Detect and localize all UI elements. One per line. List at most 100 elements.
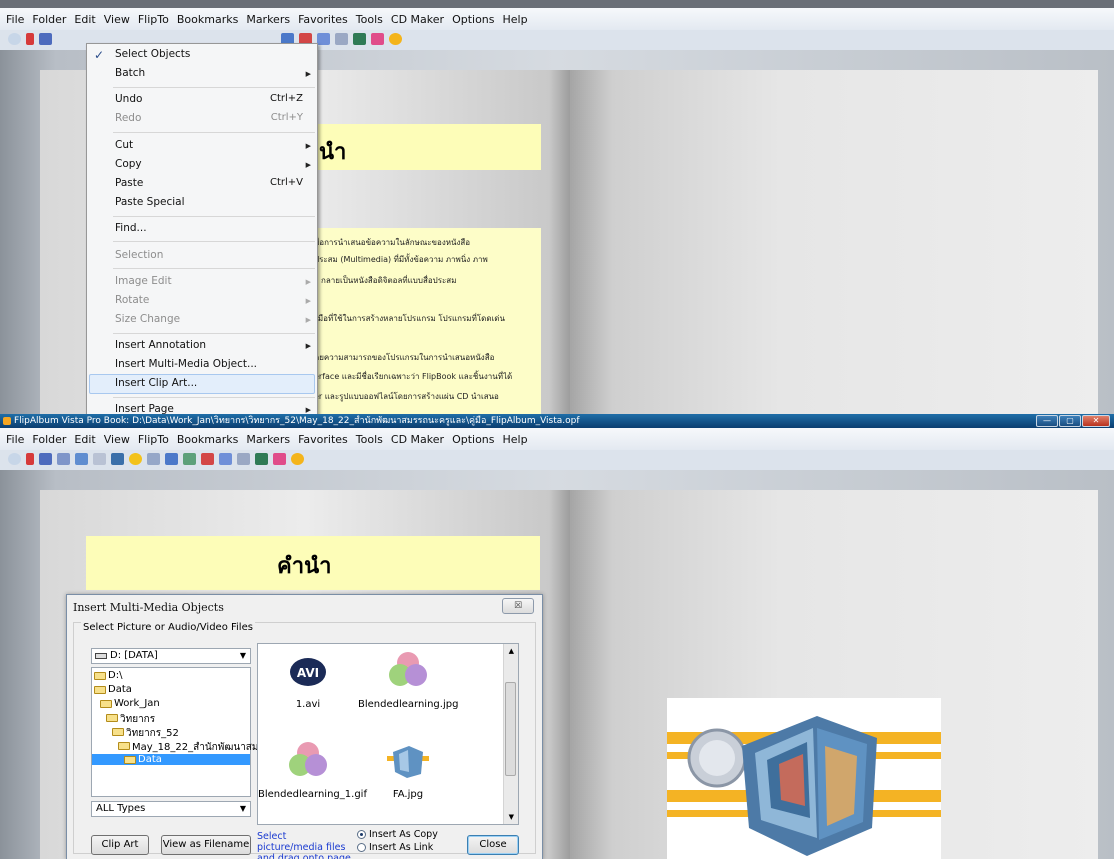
tree-item[interactable]: Work_Jan <box>100 698 160 709</box>
folder-tree[interactable]: D:\ Data Work_Jan วิทยากร วิทยากร_52 May… <box>91 667 264 797</box>
view-as-filename-button[interactable]: View as Filename <box>161 835 251 855</box>
menu-item-select-objects[interactable]: Select Objects <box>115 48 190 60</box>
tree-item[interactable]: D:\ <box>94 670 122 681</box>
menu-bookmarks[interactable]: Bookmarks <box>177 433 238 446</box>
maximize-button[interactable]: ▢ <box>1059 415 1081 427</box>
eye-icon[interactable] <box>8 453 21 465</box>
menu-item-copy[interactable]: Copy <box>115 158 142 170</box>
flipalbum-app-icon <box>3 417 11 425</box>
menu-item-size-change[interactable]: Size Change <box>115 313 180 325</box>
clip-art-button[interactable]: Clip Art <box>91 835 149 855</box>
menu-item-find[interactable]: Find... <box>115 222 147 234</box>
toolbar-icon-14[interactable] <box>237 453 250 465</box>
tree-item[interactable]: May_18_22_สำนักพัฒนาสมร <box>118 740 264 755</box>
menu-view[interactable]: View <box>104 433 130 446</box>
chevron-down-icon: ▼ <box>239 804 246 813</box>
file-item[interactable]: AVI 1.avi <box>258 650 358 710</box>
menu-options[interactable]: Options <box>452 433 494 446</box>
menu-item-undo[interactable]: Undo <box>115 93 142 105</box>
menu-markers[interactable]: Markers <box>246 13 290 26</box>
insert-as-copy-radio[interactable]: Insert As Copy <box>357 829 438 840</box>
toolbar-icon-15[interactable] <box>389 33 402 45</box>
toolbar-icon-11[interactable] <box>183 453 196 465</box>
toolbar-icon-4[interactable] <box>57 453 70 465</box>
menu-options[interactable]: Options <box>452 13 494 26</box>
toolbar-icon-10[interactable] <box>165 453 178 465</box>
toolbar-icon-13[interactable] <box>353 33 366 45</box>
file-item[interactable]: Blendedlearning.jpg <box>358 650 458 710</box>
menu-file[interactable]: File <box>6 13 24 26</box>
menu-favorites[interactable]: Favorites <box>298 433 348 446</box>
file-type-select[interactable]: ALL Types ▼ <box>91 801 251 817</box>
toolbar-icon-14[interactable] <box>371 33 384 45</box>
toolbar-icon-11[interactable] <box>317 33 330 45</box>
tree-item[interactable]: Data <box>94 684 132 695</box>
menu-item-selection[interactable]: Selection <box>115 249 163 261</box>
toolbar-icon-17[interactable] <box>291 453 304 465</box>
submenu-arrow-icon: ▶ <box>305 161 311 169</box>
menu-item-cut[interactable]: Cut <box>115 139 133 151</box>
drive-select[interactable]: D: [DATA] ▼ <box>91 648 251 664</box>
menu-flipto[interactable]: FlipTo <box>138 433 169 446</box>
menu-item-rotate[interactable]: Rotate <box>115 294 149 306</box>
minimize-button[interactable]: — <box>1036 415 1058 427</box>
toolbar-icon-16[interactable] <box>273 453 286 465</box>
menu-markers[interactable]: Markers <box>246 433 290 446</box>
toolbar-icon-6[interactable] <box>93 453 106 465</box>
file-item[interactable]: Blendedlearning_1.gif <box>258 740 367 800</box>
menu-folder[interactable]: Folder <box>32 433 66 446</box>
tree-item[interactable]: วิทยากร_52 <box>112 726 179 741</box>
album-icon[interactable] <box>39 453 52 465</box>
scroll-up-icon[interactable]: ▲ <box>509 647 514 655</box>
toolbar-icon-12[interactable] <box>201 453 214 465</box>
menu-help[interactable]: Help <box>503 433 528 446</box>
toolbar-icon-7[interactable] <box>111 453 124 465</box>
red-page-icon[interactable] <box>26 453 34 465</box>
menu-tools[interactable]: Tools <box>356 433 383 446</box>
toolbar-icon-5[interactable] <box>75 453 88 465</box>
tree-item-selected[interactable]: Data <box>92 754 250 765</box>
toolbar-icon-12[interactable] <box>335 33 348 45</box>
menu-item-insert-annotation[interactable]: Insert Annotation <box>115 339 206 351</box>
menu-file[interactable]: File <box>6 433 24 446</box>
vertical-scrollbar[interactable]: ▲ ▼ <box>503 644 518 824</box>
album-icon[interactable] <box>39 33 52 45</box>
menu-item-insert-multimedia[interactable]: Insert Multi-Media Object... <box>115 358 257 370</box>
menu-item-insert-page[interactable]: Insert Page <box>115 403 174 414</box>
tree-item[interactable]: วิทยากร <box>106 712 155 727</box>
menu-bookmarks[interactable]: Bookmarks <box>177 13 238 26</box>
menu-item-batch[interactable]: Batch <box>115 67 145 79</box>
close-window-button[interactable]: ✕ <box>1082 415 1110 427</box>
shortcut-redo: Ctrl+Y <box>270 112 303 123</box>
menu-item-insert-clip-art[interactable]: Insert Clip Art... <box>115 377 197 389</box>
insert-as-link-radio[interactable]: Insert As Link <box>357 842 433 853</box>
menu-favorites[interactable]: Favorites <box>298 13 348 26</box>
menu-edit[interactable]: Edit <box>74 433 95 446</box>
close-button[interactable]: Close <box>467 835 519 855</box>
menu-folder[interactable]: Folder <box>32 13 66 26</box>
menu-cd-maker[interactable]: CD Maker <box>391 433 444 446</box>
menu-view[interactable]: View <box>104 13 130 26</box>
menu-flipto[interactable]: FlipTo <box>138 13 169 26</box>
menu-cd-maker[interactable]: CD Maker <box>391 13 444 26</box>
toolbar-icon-15[interactable] <box>255 453 268 465</box>
flip-album-clip-art-image[interactable] <box>667 698 941 859</box>
menu-item-image-edit[interactable]: Image Edit <box>115 275 172 287</box>
file-item[interactable]: FA.jpg <box>358 740 458 800</box>
toolbar-icon-9[interactable] <box>147 453 160 465</box>
menu-help[interactable]: Help <box>503 13 528 26</box>
toolbar-icon-13[interactable] <box>219 453 232 465</box>
submenu-arrow-icon: ▶ <box>305 142 311 150</box>
scroll-down-icon[interactable]: ▼ <box>509 813 514 821</box>
menu-item-paste[interactable]: Paste <box>115 177 143 189</box>
menu-edit[interactable]: Edit <box>74 13 95 26</box>
menu-tools[interactable]: Tools <box>356 13 383 26</box>
red-page-icon[interactable] <box>26 33 34 45</box>
eye-icon[interactable] <box>8 33 21 45</box>
dialog-close-button[interactable]: ☒ <box>502 598 534 614</box>
scrollbar-thumb[interactable] <box>505 682 516 776</box>
menu-item-redo[interactable]: Redo <box>115 112 141 124</box>
toolbar-icon-8[interactable] <box>129 453 142 465</box>
menu-item-paste-special[interactable]: Paste Special <box>115 196 185 208</box>
file-list[interactable]: AVI 1.avi Blendedlearning.jpg Blendedlea… <box>257 643 519 825</box>
